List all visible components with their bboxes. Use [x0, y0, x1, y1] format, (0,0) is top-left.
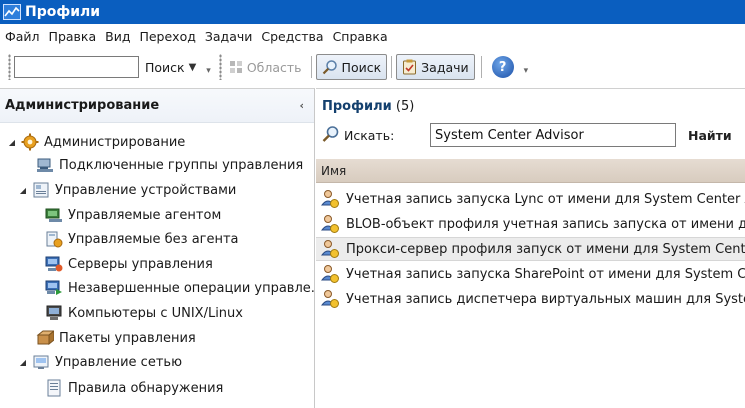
list-item-label: Учетная запись запуска SharePoint от име…	[346, 266, 745, 282]
find-now-button[interactable]: Найти	[688, 128, 732, 143]
menu-go[interactable]: Переход	[139, 29, 195, 44]
tree-item-agent-managed[interactable]: Управляемые агентом	[30, 204, 221, 226]
tree-item-device-management[interactable]: ◢ Управление устройствами	[17, 179, 236, 201]
gear-icon	[21, 133, 39, 151]
tree-item-label: Компьютеры с UNIX/Linux	[68, 305, 243, 321]
user-account-icon	[320, 264, 340, 284]
tree-item-management-packs[interactable]: Пакеты управления	[21, 327, 196, 349]
title-bar: Профили	[0, 0, 745, 24]
tree-item-label: Администрирование	[44, 134, 186, 150]
tree-item-network-management[interactable]: ◢ Управление сетью	[17, 351, 182, 373]
app-icon	[3, 4, 21, 20]
list-item[interactable]: BLOB-объект профиля учетная запись запус…	[316, 212, 745, 236]
tree-item-discovery-rules[interactable]: Правила обнаружения	[30, 377, 223, 399]
navigation-pane-title: Администрирование	[5, 98, 160, 113]
results-pane: Профили (5) Искать: Найти Имя Учетная за…	[316, 88, 745, 408]
tree-item-label: Управление устройствами	[55, 182, 237, 198]
results-title: Профили	[322, 99, 392, 114]
toolbar-separator	[391, 56, 393, 78]
menu-tools[interactable]: Средства	[261, 29, 323, 44]
tasks-clipboard-icon	[402, 59, 417, 75]
menu-view[interactable]: Вид	[105, 29, 130, 44]
chevron-down-icon: ▼	[188, 61, 197, 73]
user-account-icon	[320, 239, 340, 259]
tree-item-connected-groups[interactable]: Подключенные группы управления	[21, 154, 303, 176]
find-toggle-button[interactable]: Поиск	[315, 54, 388, 80]
tree-item-label: Управляемые агентом	[68, 207, 222, 223]
collapse-pane-icon[interactable]: ‹	[299, 99, 304, 112]
tree-item-label: Незавершенные операции управле...	[68, 280, 315, 296]
column-header-label: Имя	[321, 163, 347, 178]
device-management-icon	[32, 181, 50, 199]
tree-item-label: Правила обнаружения	[68, 380, 224, 396]
scope-label: Область	[246, 59, 302, 75]
toolbar-overflow-icon[interactable]: ▾	[524, 66, 529, 76]
menu-file[interactable]: Файл	[5, 29, 40, 44]
toolbar-separator	[480, 56, 482, 78]
tree-item-label: Управляемые без агента	[68, 231, 239, 247]
list-item[interactable]: Учетная запись диспетчера виртуальных ма…	[316, 287, 745, 311]
menu-help[interactable]: Справка	[333, 29, 388, 44]
tree-item-management-servers[interactable]: Серверы управления	[30, 253, 213, 275]
agent-managed-icon	[45, 206, 63, 224]
find-toggle-label: Поиск	[341, 59, 382, 75]
toolbar-grip[interactable]	[218, 54, 222, 80]
magnifier-icon	[322, 125, 340, 146]
search-dropdown-label: Поиск	[145, 59, 185, 75]
tree-item-label: Подключенные группы управления	[59, 157, 304, 173]
menu-edit[interactable]: Правка	[49, 29, 97, 44]
list-item-selected[interactable]: Прокси-сервер профиля запуск от имени дл…	[316, 237, 745, 261]
toolbar: Поиск ▼ ▾ Область Поиск Задачи ? ▾	[0, 49, 745, 85]
results-header: Профили (5)	[322, 99, 414, 114]
tree-item-agentless[interactable]: Управляемые без агента	[30, 228, 239, 250]
search-row: Искать: Найти	[322, 123, 745, 147]
list-item-label: Прокси-сервер профиля запуск от имени дл…	[346, 241, 745, 257]
help-icon[interactable]: ?	[491, 56, 514, 78]
tree-item-label: Серверы управления	[68, 256, 213, 272]
tasks-toggle-label: Задачи	[421, 59, 469, 75]
tree-item-label: Управление сетью	[55, 354, 183, 370]
list-item-label: Учетная запись запуска Lync от имени для…	[346, 191, 745, 207]
list-item-label: Учетная запись диспетчера виртуальных ма…	[346, 291, 745, 307]
tree-item-unix-computers[interactable]: Компьютеры с UNIX/Linux	[30, 302, 243, 324]
toolbar-separator	[310, 56, 312, 78]
user-account-icon	[320, 189, 340, 209]
agentless-icon	[45, 230, 63, 248]
management-servers-icon	[45, 255, 63, 273]
user-account-icon	[320, 214, 340, 234]
search-dropdown-button[interactable]: Поиск ▼	[145, 60, 196, 75]
column-header-name[interactable]: Имя	[316, 159, 745, 183]
user-account-icon	[320, 289, 340, 309]
tree-item-administration[interactable]: ◢ Администрирование	[6, 131, 185, 153]
list-item-label: BLOB-объект профиля учетная запись запус…	[346, 216, 745, 232]
list-item[interactable]: Учетная запись запуска SharePoint от име…	[316, 262, 745, 286]
scope-button[interactable]: Область	[224, 54, 307, 80]
network-management-icon	[32, 353, 50, 371]
expanded-triangle-icon[interactable]: ◢	[17, 358, 29, 367]
magnifier-icon	[322, 59, 338, 75]
discovery-rules-icon	[45, 379, 63, 397]
navigation-pane-header: Администрирование ‹	[0, 89, 314, 123]
search-label: Искать:	[344, 128, 395, 143]
tree-item-pending-management[interactable]: Незавершенные операции управле...	[30, 277, 315, 299]
search-input[interactable]	[430, 123, 676, 147]
results-count: (5)	[395, 99, 415, 114]
toolbar-search-input[interactable]	[14, 56, 139, 78]
scope-icon	[229, 60, 243, 74]
expanded-triangle-icon[interactable]: ◢	[17, 186, 29, 195]
unix-computer-icon	[45, 304, 63, 322]
management-packs-icon	[36, 329, 54, 347]
menu-tasks[interactable]: Задачи	[205, 29, 253, 44]
pending-management-icon	[45, 279, 63, 297]
list-item[interactable]: Учетная запись запуска Lync от имени для…	[316, 187, 745, 211]
navigation-pane: Администрирование ‹ ◢ Администрирование …	[0, 88, 315, 408]
toolbar-grip[interactable]	[8, 54, 11, 80]
menu-bar: Файл Правка Вид Переход Задачи Средства …	[0, 26, 397, 46]
window-title: Профили	[25, 4, 101, 20]
toolbar-overflow-icon[interactable]: ▾	[206, 66, 211, 76]
connected-groups-icon	[36, 156, 54, 174]
tasks-toggle-button[interactable]: Задачи	[396, 54, 475, 80]
expanded-triangle-icon[interactable]: ◢	[6, 138, 18, 147]
tree-item-label: Пакеты управления	[59, 330, 196, 346]
